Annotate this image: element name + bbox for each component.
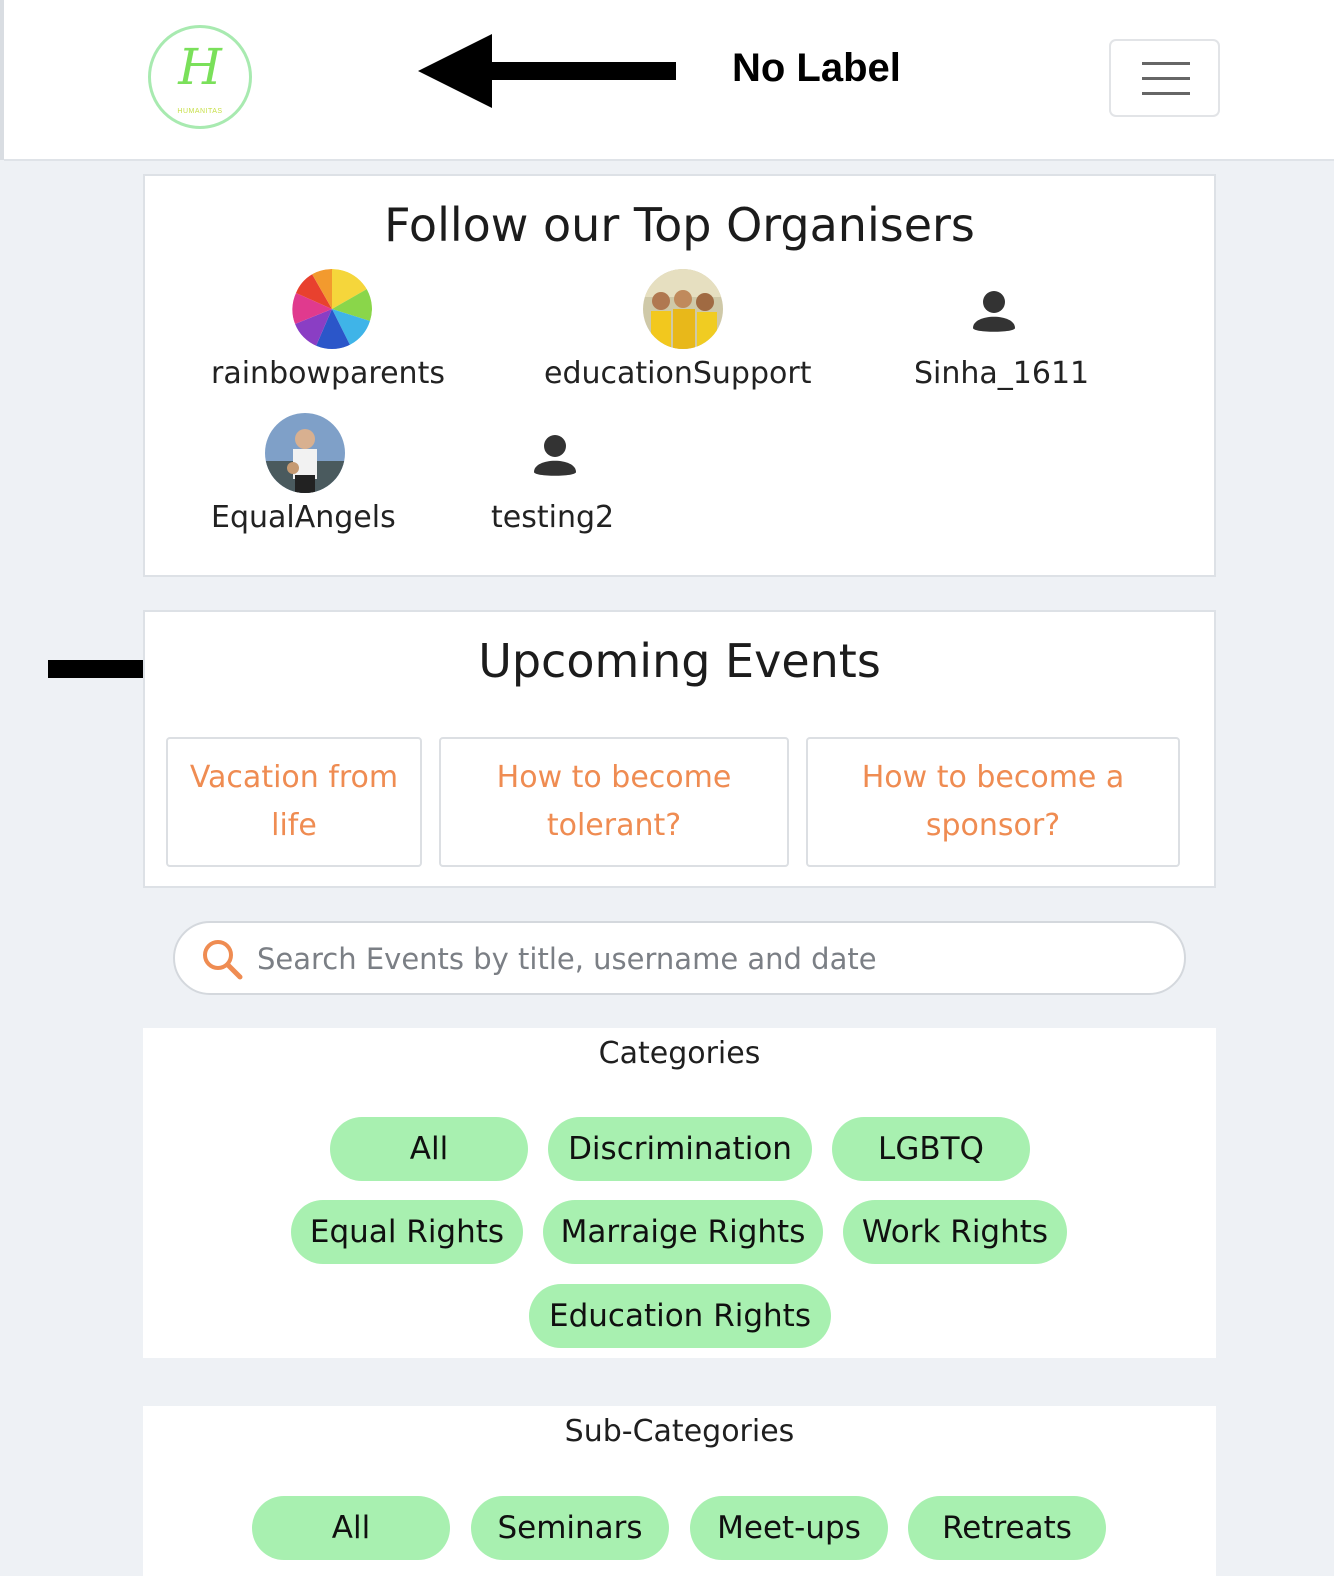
hamburger-menu-button[interactable]	[1109, 39, 1220, 117]
search-input[interactable]	[255, 933, 1159, 985]
category-pill[interactable]: Education Rights	[529, 1284, 831, 1348]
category-pill[interactable]: Marraige Rights	[543, 1200, 823, 1264]
organisers-title: Follow our Top Organisers	[384, 198, 975, 252]
organiser-name[interactable]: rainbowparents	[211, 356, 445, 391]
menu-bar-icon	[1142, 92, 1190, 95]
subcategory-pill[interactable]: Retreats	[908, 1496, 1106, 1560]
event-search-bar	[173, 921, 1186, 995]
category-pill[interactable]: Work Rights	[843, 1200, 1067, 1264]
upcoming-events-card: Upcoming Events Vacation from life How t…	[143, 610, 1216, 888]
logo-letter: H	[178, 38, 222, 96]
event-card[interactable]: Vacation from life	[166, 737, 422, 867]
search-icon[interactable]	[201, 938, 245, 982]
person-icon[interactable]	[954, 269, 1034, 349]
organiser-name[interactable]: educationSupport	[544, 356, 811, 391]
organiser-name[interactable]: EqualAngels	[211, 500, 396, 535]
rainbowparents-avatar[interactable]	[292, 269, 372, 349]
categories-title: Categories	[598, 1036, 761, 1071]
annotation-label: No Label	[732, 46, 901, 90]
category-pill[interactable]: Equal Rights	[291, 1200, 523, 1264]
event-card[interactable]: How to become a sponsor?	[806, 737, 1180, 867]
category-pill[interactable]: All	[330, 1117, 528, 1181]
educationsupport-avatar[interactable]	[643, 269, 723, 349]
subcategory-pill[interactable]: Seminars	[471, 1496, 669, 1560]
menu-bar-icon	[1142, 62, 1190, 65]
logo-text: HUMANITAS	[177, 108, 223, 115]
categories-panel: Categories All Discrimination LGBTQ Equa…	[143, 1028, 1216, 1358]
subcategories-panel: Sub-Categories All Seminars Meet-ups Ret…	[143, 1406, 1216, 1576]
equalangels-avatar[interactable]	[265, 413, 345, 493]
category-pill[interactable]: Discrimination	[548, 1117, 812, 1181]
top-organisers-card: Follow our Top Organisers rainbowparents…	[143, 174, 1216, 577]
subcategories-title: Sub-Categories	[564, 1414, 795, 1449]
category-pill[interactable]: LGBTQ	[832, 1117, 1030, 1181]
subcategory-pill[interactable]: All	[252, 1496, 450, 1560]
events-title: Upcoming Events	[478, 634, 881, 688]
annotation-arrow-left-icon	[418, 34, 676, 108]
person-icon[interactable]	[515, 413, 595, 493]
event-card[interactable]: How to become tolerant?	[439, 737, 789, 867]
organiser-name[interactable]: testing2	[491, 500, 614, 535]
organiser-name[interactable]: Sinha_1611	[914, 356, 1089, 391]
subcategory-pill[interactable]: Meet-ups	[690, 1496, 888, 1560]
humanitas-logo[interactable]: H HUMANITAS	[148, 25, 252, 129]
menu-bar-icon	[1142, 77, 1190, 80]
